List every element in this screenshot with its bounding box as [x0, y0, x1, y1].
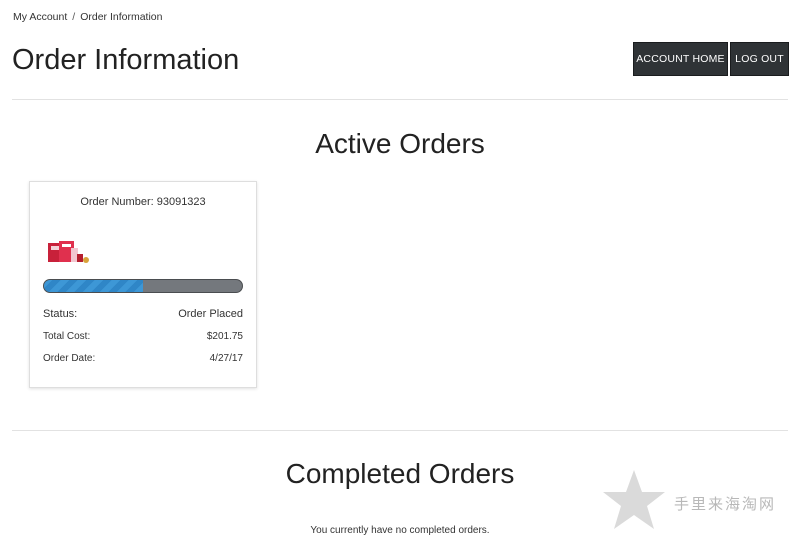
order-date-value: 4/27/17 — [209, 353, 243, 364]
status-value: Order Placed — [178, 308, 243, 320]
total-cost-label: Total Cost: — [43, 331, 91, 342]
order-date-row: Order Date: 4/27/17 — [43, 353, 243, 364]
product-thumbnail — [48, 241, 89, 263]
order-card[interactable]: Order Number: 93091323 Status: Order Pla… — [29, 181, 257, 388]
breadcrumb-my-account[interactable]: My Account — [13, 11, 67, 23]
divider — [12, 430, 788, 431]
watermark-logo: 手里来海淘网 — [603, 470, 776, 529]
breadcrumb-current: Order Information — [80, 11, 163, 23]
status-label: Status: — [43, 308, 78, 320]
page-title: Order Information — [12, 44, 240, 76]
breadcrumb: My Account / Order Information — [13, 11, 163, 23]
account-home-button[interactable]: ACCOUNT HOME — [633, 42, 728, 76]
active-orders-title: Active Orders — [315, 128, 485, 159]
total-cost-row: Total Cost: $201.75 — [43, 331, 243, 342]
order-number: Order Number: 93091323 — [80, 196, 206, 208]
order-progress-fill — [44, 280, 143, 292]
watermark-text: 手里来海淘网 — [674, 495, 776, 513]
breadcrumb-separator: / — [72, 11, 76, 23]
total-cost-value: $201.75 — [206, 331, 243, 342]
order-progress-bar — [43, 279, 243, 293]
order-date-label: Order Date: — [43, 353, 96, 364]
status-row: Status: Order Placed — [43, 308, 243, 320]
divider — [12, 99, 788, 100]
log-out-button[interactable]: LOG OUT — [730, 42, 789, 76]
